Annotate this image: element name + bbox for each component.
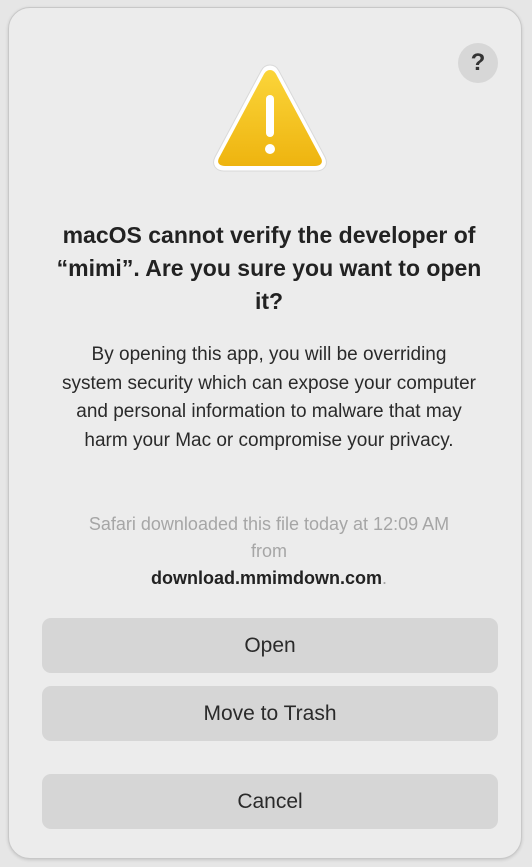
move-to-trash-button[interactable]: Move to Trash: [42, 686, 498, 741]
download-source-info: Safari downloaded this file today at 12:…: [69, 511, 469, 592]
warning-triangle-icon: [213, 64, 327, 172]
download-source-domain: download.mmimdown.com: [150, 568, 382, 588]
dialog-message: By opening this app, you will be overrid…: [62, 344, 476, 451]
open-button[interactable]: Open: [42, 618, 498, 673]
dialog-title: macOS cannot verify the developer of “mi…: [56, 222, 482, 314]
open-button-label: Open: [244, 633, 296, 657]
help-label: ?: [470, 49, 486, 76]
help-button[interactable]: ?: [458, 43, 498, 83]
cancel-button[interactable]: Cancel: [42, 774, 498, 829]
security-alert-dialog: ? macOS cannot verify the developer of “…: [8, 7, 522, 859]
download-source-suffix: .: [382, 568, 388, 588]
move-to-trash-button-label: Move to Trash: [203, 701, 337, 725]
download-source-prefix: Safari downloaded this file today at 12:…: [88, 514, 450, 561]
cancel-button-label: Cancel: [237, 789, 303, 813]
